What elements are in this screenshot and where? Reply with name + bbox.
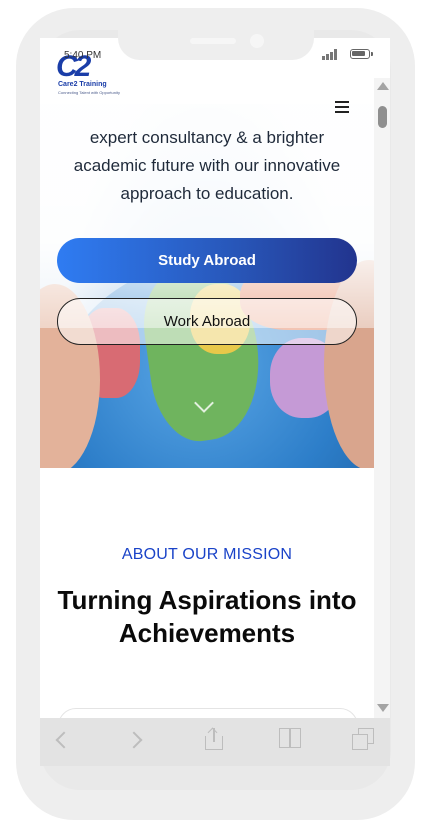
camera-dot (250, 34, 264, 48)
work-abroad-button[interactable]: Work Abroad (57, 298, 357, 345)
hero-description: expert consultancy & a brighter academic… (73, 128, 341, 203)
scrollbar-track[interactable] (374, 78, 390, 718)
browser-viewport: expert consultancy & a brighter academic… (40, 38, 390, 718)
phone-notch (118, 24, 314, 60)
about-section-title: Turning Aspirations into Achievements (57, 585, 357, 648)
about-section-label: ABOUT OUR MISSION (121, 546, 293, 563)
logo-name: Care2 Training (58, 81, 107, 88)
study-abroad-button[interactable]: Study Abroad (57, 238, 357, 283)
signal-icon (322, 48, 342, 60)
mission-card (58, 708, 358, 718)
chevron-right-icon[interactable] (125, 731, 143, 749)
hamburger-menu-icon[interactable] (335, 101, 349, 113)
tabs-icon[interactable] (352, 728, 374, 750)
share-icon[interactable] (204, 727, 224, 750)
scroll-down-arrow-icon[interactable] (377, 704, 389, 712)
logo-tagline: Connecting Talent with Opportunity (58, 90, 120, 95)
scrollbar-thumb[interactable] (378, 106, 387, 128)
browser-toolbar (40, 718, 390, 766)
battery-icon (350, 49, 373, 59)
book-icon[interactable] (278, 728, 302, 748)
scroll-up-arrow-icon[interactable] (377, 82, 389, 90)
status-time: 5:40 PM (64, 50, 102, 61)
speaker-grille (190, 38, 236, 44)
chevron-left-icon[interactable] (55, 731, 73, 749)
